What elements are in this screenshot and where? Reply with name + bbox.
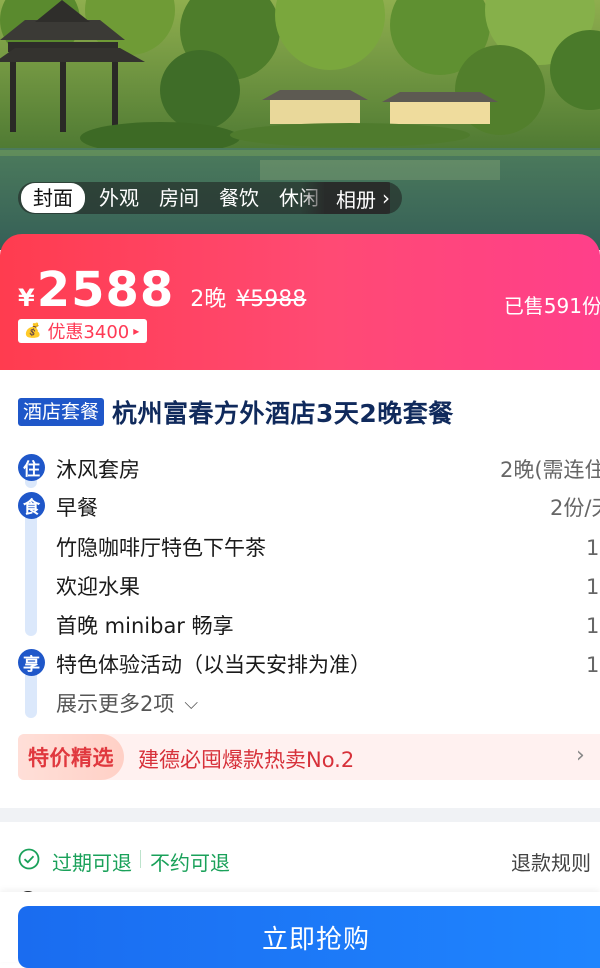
item-name: 竹隐咖啡厅特色下午茶 (56, 536, 266, 560)
triangle-right-icon: ▸ (133, 324, 140, 338)
bottom-action-bar: 立即抢购 (0, 892, 600, 968)
gallery-tab-exterior[interactable]: 外观 (89, 183, 149, 213)
chevron-right-icon: › (576, 743, 585, 768)
buy-now-button[interactable]: 立即抢购 (18, 906, 600, 968)
item-qty: 2晚(需连住) (500, 458, 600, 482)
package-tag: 酒店套餐 (18, 398, 105, 426)
item-name: 早餐 (56, 496, 98, 520)
item-name: 沐风套房 (56, 458, 140, 482)
price-currency: ¥ (18, 284, 35, 312)
item-qty: 1份 (586, 614, 600, 638)
money-bag-icon: 💰 (24, 323, 42, 339)
item-qty: 1份 (586, 653, 600, 677)
item-name: 特色体验活动（以当天安排为准） (56, 653, 371, 677)
gallery-tab-bar: 封面 外观 房间 餐饮 休闲 相册 › (18, 182, 402, 214)
item-qty: 1份 (586, 575, 600, 599)
package-title-row: 酒店套餐 杭州富春方外酒店3天2晚套餐 (18, 394, 454, 430)
promo-banner[interactable]: 特价精选 建德必囤爆款热卖No.2 › (18, 734, 600, 780)
item-qty: 1份 (586, 536, 600, 560)
hero-image[interactable]: 封面 外观 房间 餐饮 休闲 相册 › (0, 0, 600, 250)
food-icon: 食 (18, 492, 45, 519)
policy-unbooked-refund: 不约可退 (150, 851, 230, 875)
show-more-button[interactable]: 展示更多2项 ⌵ (56, 688, 198, 718)
item-name: 首晚 minibar 畅享 (56, 614, 234, 638)
enjoy-icon: 享 (18, 649, 45, 676)
album-button[interactable]: 相册 › (324, 182, 390, 214)
discount-badge[interactable]: 💰 优惠3400 ▸ (18, 319, 148, 343)
chevron-right-icon: › (382, 186, 390, 210)
refund-rules-link[interactable]: 退款规则 (511, 847, 591, 876)
sold-count: 已售591份 (503, 294, 600, 318)
price-value: 2588 (36, 262, 175, 318)
album-label: 相册 (336, 187, 376, 212)
original-price: ¥5988 (236, 287, 307, 312)
item-qty: 2份/天 (550, 496, 600, 520)
policy-separator (140, 850, 141, 868)
stay-icon: 住 (18, 454, 45, 481)
chevron-down-icon: ⌵ (184, 692, 199, 714)
policy-expired-refund: 过期可退 (52, 851, 132, 875)
section-divider (0, 808, 600, 822)
item-name: 欢迎水果 (56, 575, 140, 599)
promo-text: 建德必囤爆款热卖No.2 (138, 748, 355, 772)
gallery-tab-rooms[interactable]: 房间 (149, 183, 209, 213)
gallery-tab-fade (300, 182, 324, 214)
gallery-tab-dining[interactable]: 餐饮 (209, 183, 269, 213)
price-banner: ¥ 2588 2晚 ¥5988 💰 优惠3400 ▸ 已售591份 (0, 234, 600, 374)
price-row: ¥ 2588 2晚 ¥5988 (18, 262, 306, 318)
package-details: 酒店套餐 杭州富春方外酒店3天2晚套餐 住 沐风套房 2晚(需连住) 食 早餐 … (0, 370, 600, 808)
promo-label: 特价精选 (18, 734, 124, 780)
price-nights: 2晚 (190, 287, 227, 312)
gallery-tab-cover[interactable]: 封面 (21, 183, 85, 213)
package-title: 杭州富春方外酒店3天2晚套餐 (112, 399, 454, 428)
show-more-label: 展示更多2项 (56, 692, 175, 716)
check-circle-icon (18, 848, 40, 870)
discount-text: 优惠3400 (47, 322, 130, 343)
policy-section: 过期可退 不约可退 退款规则 至少提前1天预约，有效期到2025年6月30日凌 … (0, 822, 600, 902)
